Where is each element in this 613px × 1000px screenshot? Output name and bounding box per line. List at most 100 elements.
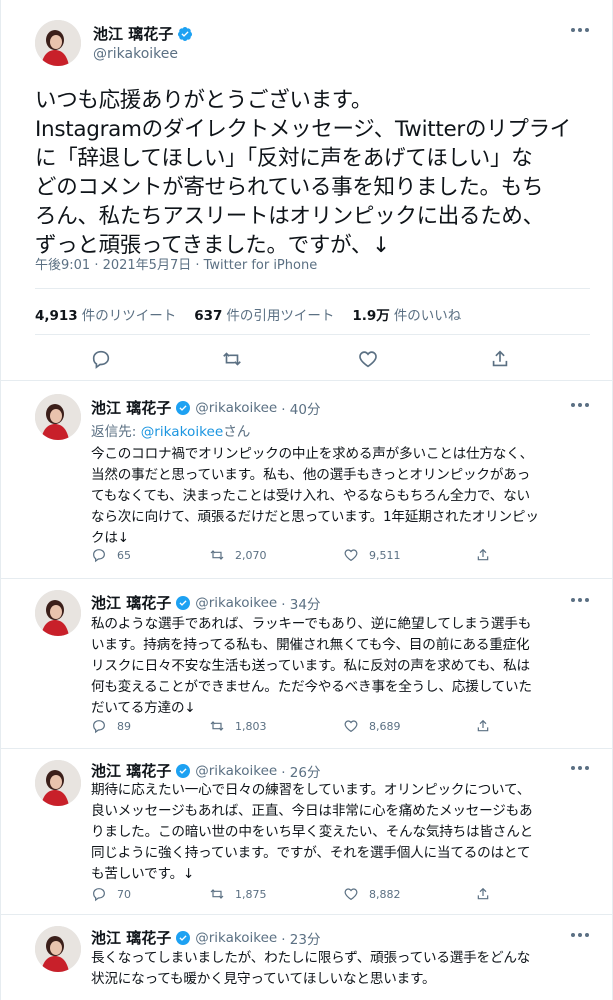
retweet-icon	[209, 718, 225, 734]
more-icon[interactable]	[570, 27, 590, 33]
reply-button[interactable]: 70	[91, 886, 131, 902]
reply-time[interactable]: · 23分	[281, 928, 320, 948]
tweet-text-line: 期待に応えたい一心で日々の練習をしています。オリンピックについて、	[91, 782, 531, 798]
retweet-count: 2,070	[235, 548, 267, 562]
tweet-text-line: りました。この暗い世の中をいち早く変えたい、そんな気持ちは皆さんと	[91, 824, 533, 840]
like-icon[interactable]	[357, 348, 379, 370]
tweet-actions: 70 1,875 8,882	[91, 886, 551, 904]
like-stat[interactable]: 1.9万 件のいいね	[352, 304, 461, 324]
verified-badge-icon	[175, 930, 191, 946]
author-handle[interactable]: @rikakoikee	[93, 46, 178, 62]
divider	[35, 288, 590, 289]
tweet-text: いつも応援ありがとうございます。 Instagramのダイレクトメッセージ、Tw…	[35, 86, 590, 260]
tweet-thread: 池江 璃花子 @rikakoikee いつも応援ありがとうございます。 Inst…	[0, 0, 613, 1000]
retweet-button[interactable]: 1,803	[209, 718, 267, 734]
author-name[interactable]: 池江 璃花子	[91, 927, 171, 948]
author-handle[interactable]: @rikakoikee	[195, 930, 277, 946]
author-name-row: 池江 璃花子	[93, 23, 193, 44]
reply-button[interactable]: 89	[91, 718, 131, 734]
share-icon	[475, 547, 491, 563]
author-name[interactable]: 池江 璃花子	[91, 397, 171, 418]
retweet-count: 4,913	[35, 308, 78, 324]
replying-prefix: 返信先:	[91, 424, 141, 440]
reply-icon	[91, 886, 107, 902]
tweet-text-line: 長くなってしまいましたが、わたしに限らず、頑張っている選手をどんな	[91, 950, 531, 966]
tweet-text-line: 状況になっても暖かく見守っていてほしいなと思います。	[91, 971, 436, 987]
like-button[interactable]: 8,689	[343, 718, 401, 734]
avatar[interactable]	[35, 760, 81, 806]
retweet-icon	[209, 547, 225, 563]
avatar[interactable]	[35, 590, 81, 636]
like-count: 8,882	[369, 887, 401, 901]
author-name[interactable]: 池江 璃花子	[91, 760, 171, 781]
more-icon[interactable]	[570, 597, 590, 603]
author-name[interactable]: 池江 璃花子	[91, 592, 171, 613]
tweet-text-line: ろん、私たちアスリートはオリンピックに出るため、	[35, 204, 544, 229]
like-icon	[343, 547, 359, 563]
tweet-text-line: どのコメントが寄せられている事を知りました。もち	[35, 175, 544, 200]
tweet-text-line: てもなくても、決まったことは受け入れ、やるならもちろん全力で、ない	[91, 488, 530, 504]
tweet-text-line: 私のような選手であれば、ラッキーでもあり、逆に絶望してしまう選手も	[91, 616, 532, 632]
more-icon[interactable]	[570, 765, 590, 771]
tweet-text-line: クは↓	[91, 530, 129, 546]
reply-header: 池江 璃花子 @rikakoikee · 40分	[91, 397, 320, 418]
share-button[interactable]	[475, 718, 491, 734]
tweet-text: 今このコロナ禍でオリンピックの中止を求める声が多いことは仕方なく、 当然の事だと…	[91, 444, 589, 549]
retweet-icon	[209, 886, 225, 902]
tweet-text-line: Instagramのダイレクトメッセージ、Twitterのリプライ	[35, 117, 571, 142]
tweet-text-line: 今このコロナ禍でオリンピックの中止を求める声が多いことは仕方なく、	[91, 446, 533, 462]
more-icon[interactable]	[570, 402, 590, 408]
share-button[interactable]	[475, 547, 491, 563]
retweet-button[interactable]: 2,070	[209, 547, 267, 563]
like-count: 8,689	[369, 719, 401, 733]
replying-handle-link[interactable]: @rikakoikee	[141, 424, 224, 440]
avatar[interactable]	[35, 926, 81, 972]
tweet-text-line: 何も変えることができません。ただ今やるべき事を全うし、応援していた	[91, 679, 532, 695]
reply-tweet[interactable]: 池江 璃花子 @rikakoikee · 26分 期待に応えたい一心で日々の練習…	[1, 748, 613, 914]
tweet-text-line: 良いメッセージもあれば、正直、今日は非常に心を痛めたメッセージもあ	[91, 803, 533, 819]
tweet-text-line: いつも応援ありがとうございます。	[35, 88, 373, 113]
author-handle[interactable]: @rikakoikee	[195, 400, 277, 416]
tweet-text-line: 同じように強く持っています。ですが、それを選手個人に当てるのはとて	[91, 845, 531, 861]
divider	[35, 334, 590, 335]
quote-stat[interactable]: 637 件の引用ツイート	[194, 304, 334, 324]
reply-time[interactable]: · 34分	[281, 593, 320, 613]
tweet-timestamp[interactable]: 午後9:01 · 2021年5月7日 · Twitter for iPhone	[35, 254, 317, 273]
retweet-button[interactable]: 1,875	[209, 886, 267, 902]
share-icon	[475, 718, 491, 734]
more-icon[interactable]	[570, 932, 590, 938]
reply-button[interactable]: 65	[91, 547, 131, 563]
reply-tweet[interactable]: 池江 璃花子 @rikakoikee · 40分 返信先: @rikakoike…	[1, 380, 613, 578]
avatar[interactable]	[35, 20, 81, 66]
author-name[interactable]: 池江 璃花子	[93, 23, 173, 44]
retweet-stat[interactable]: 4,913 件のリツイート	[35, 304, 176, 324]
reply-icon[interactable]	[90, 348, 112, 370]
like-button[interactable]: 8,882	[343, 886, 401, 902]
reply-time[interactable]: · 26分	[281, 761, 320, 781]
retweet-count: 1,803	[235, 719, 267, 733]
tweet-text-line: も苦しいです。↓	[91, 866, 195, 882]
reply-count: 65	[117, 548, 131, 562]
reply-tweet[interactable]: 池江 璃花子 @rikakoikee · 23分 長くなってしまいましたが、わた…	[1, 914, 613, 1000]
quote-count: 637	[194, 308, 223, 324]
like-button[interactable]: 9,511	[343, 547, 401, 563]
share-icon[interactable]	[489, 348, 511, 370]
tweet-text: 長くなってしまいましたが、わたしに限らず、頑張っている選手をどんな 状況になって…	[91, 948, 589, 990]
replying-to: 返信先: @rikakoikeeさん	[91, 420, 250, 440]
author-handle[interactable]: @rikakoikee	[195, 595, 277, 611]
verified-badge-icon	[175, 595, 191, 611]
tweet-text-line: だいてる方達の↓	[91, 700, 196, 716]
tweet-text-line: います。持病を持ってる私も、開催され無くても今、目の前にある重症化	[91, 637, 530, 653]
verified-badge-icon	[177, 26, 193, 42]
share-button[interactable]	[475, 886, 491, 902]
replying-suffix: さん	[223, 424, 251, 440]
reply-tweet[interactable]: 池江 璃花子 @rikakoikee · 34分 私のような選手であれば、ラッキ…	[1, 578, 613, 748]
avatar[interactable]	[35, 394, 81, 440]
like-count: 9,511	[369, 548, 401, 562]
reply-count: 89	[117, 719, 131, 733]
tweet-text: 期待に応えたい一心で日々の練習をしています。オリンピックについて、 良いメッセー…	[91, 780, 589, 885]
reply-header: 池江 璃花子 @rikakoikee · 26分	[91, 760, 320, 781]
author-handle[interactable]: @rikakoikee	[195, 763, 277, 779]
reply-time[interactable]: · 40分	[281, 398, 320, 418]
retweet-icon[interactable]	[221, 348, 243, 370]
